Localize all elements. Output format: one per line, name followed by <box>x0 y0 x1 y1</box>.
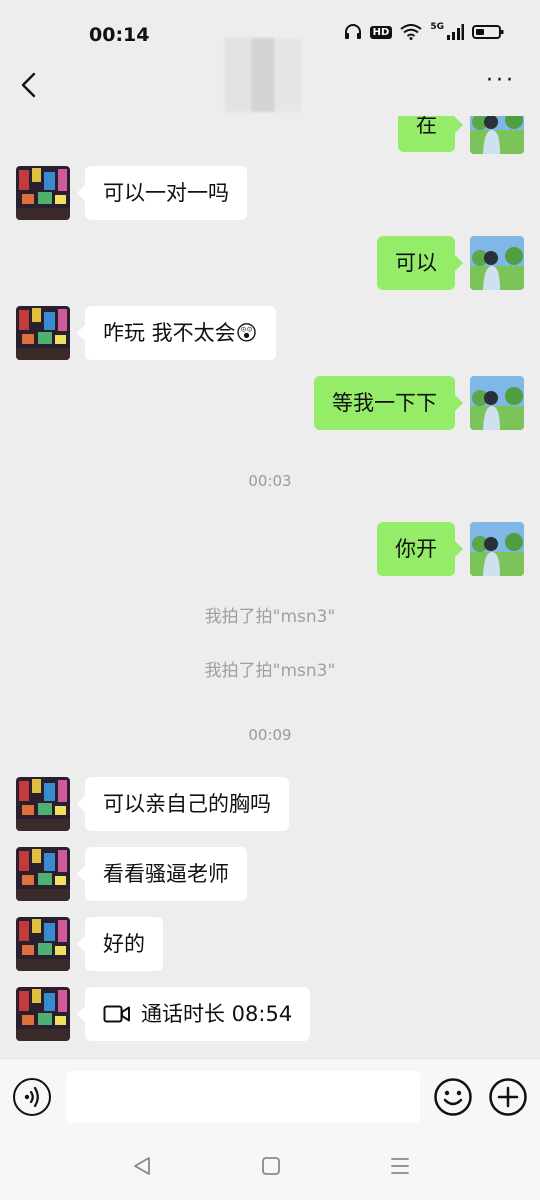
nav-home-icon[interactable] <box>261 1156 281 1176</box>
message-bubble-incoming[interactable]: 好的 <box>77 917 163 971</box>
contact-name-blurred <box>225 38 301 112</box>
message-bubble-outgoing[interactable]: 可以 <box>377 236 463 290</box>
message-bubble-outgoing[interactable]: 你开 <box>377 522 463 576</box>
contact-avatar[interactable] <box>16 306 70 360</box>
pat-notice: 我拍了拍"msn3" <box>204 607 336 627</box>
my-avatar[interactable] <box>470 116 524 154</box>
contact-avatar[interactable] <box>16 166 70 220</box>
message-bubble-incoming[interactable]: 咋玩 我不太会😲 <box>77 306 276 360</box>
chat-message-list[interactable]: 在 可以一对一吗 可以 咋玩 我不太会😲 等我一下下 00:03 你开 我拍了拍… <box>0 116 540 1058</box>
message-input[interactable] <box>66 1071 420 1123</box>
timestamp: 00:09 <box>248 726 292 744</box>
call-record-bubble[interactable]: 通话时长 08:54 <box>76 987 311 1041</box>
contact-avatar[interactable] <box>16 847 70 901</box>
hd-badge: HD <box>369 25 393 39</box>
timestamp: 00:03 <box>248 472 292 490</box>
my-avatar[interactable] <box>470 376 524 430</box>
back-arrow-icon[interactable] <box>16 70 46 100</box>
message-bubble-incoming[interactable]: 可以一对一吗 <box>77 166 247 220</box>
emoji-icon[interactable] <box>434 1078 472 1116</box>
system-nav-bar <box>0 1140 540 1200</box>
signal-icon <box>447 24 464 40</box>
my-avatar[interactable] <box>470 522 524 576</box>
more-icon[interactable]: ··· <box>486 70 516 92</box>
plus-icon[interactable] <box>489 1078 527 1116</box>
message-bubble-incoming[interactable]: 看看骚逼老师 <box>77 847 247 901</box>
chat-header: ··· <box>0 38 540 116</box>
network-label: 5G <box>430 22 444 32</box>
message-bubble-outgoing[interactable]: 等我一下下 <box>314 376 463 430</box>
pat-notice: 我拍了拍"msn3" <box>204 661 336 681</box>
status-icons: HD 5G <box>344 22 504 40</box>
status-time: 00:14 <box>89 24 150 46</box>
voice-icon[interactable] <box>13 1078 51 1116</box>
nav-back-icon[interactable] <box>132 1156 152 1176</box>
message-input-bar <box>0 1058 540 1141</box>
message-bubble-outgoing[interactable]: 在 <box>398 116 463 152</box>
call-duration-text: 通话时长 08:54 <box>141 1002 293 1026</box>
my-avatar[interactable] <box>470 236 524 290</box>
headphones-icon <box>344 24 361 39</box>
contact-avatar[interactable] <box>16 987 70 1041</box>
video-call-icon <box>103 1005 130 1023</box>
message-bubble-incoming[interactable]: 可以亲自己的胸吗 <box>77 777 289 831</box>
battery-icon <box>472 25 504 39</box>
wifi-icon <box>400 24 422 40</box>
nav-menu-icon[interactable] <box>390 1156 410 1176</box>
contact-avatar[interactable] <box>16 777 70 831</box>
contact-avatar[interactable] <box>16 917 70 971</box>
